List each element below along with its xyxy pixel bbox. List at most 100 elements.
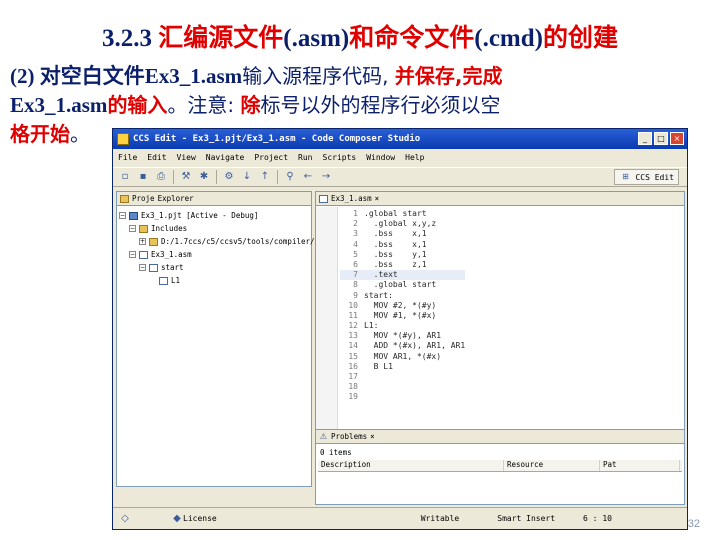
code-text: start:	[364, 290, 393, 300]
line-number: 8	[353, 280, 358, 290]
code-line[interactable]: 12 L1:	[340, 321, 465, 331]
line1-pre: (2) 对空白文件	[10, 64, 145, 88]
menu-project[interactable]: Project	[254, 153, 288, 162]
problems-table-header: Description Resource Pat	[318, 460, 682, 472]
new-icon[interactable]: ▫	[119, 171, 131, 183]
problems-icon: ⚠	[319, 432, 328, 441]
column-description[interactable]: Description	[318, 460, 504, 471]
code-line[interactable]: 15 MOV AR1, *(#x)	[340, 352, 465, 362]
prev-annotation-icon[interactable]: ↑	[259, 171, 271, 183]
editor-tab[interactable]: Ex3_1.asm ×	[316, 192, 684, 206]
collapse-icon[interactable]: −	[129, 225, 136, 232]
line-number: 15	[348, 351, 358, 361]
line-number: 12	[348, 321, 358, 331]
minimize-button[interactable]: _	[638, 132, 652, 145]
tree-item-project[interactable]: − Ex3_1.pjt [Active - Debug]	[119, 209, 324, 222]
save-icon[interactable]: ▪	[137, 171, 149, 183]
code-lines: 1 .global start 2 .global x,y,z 3 .bss x,1 4…	[340, 209, 466, 403]
code-text: .global x,y,z	[364, 219, 437, 229]
tree-item-start[interactable]: − start	[119, 261, 324, 274]
line2-mid: 。注意:	[167, 93, 241, 117]
build-icon[interactable]: ⚒	[180, 171, 192, 183]
code-text: L1:	[364, 321, 379, 331]
window-controls: _ □ ×	[638, 132, 684, 145]
collapse-icon[interactable]: −	[119, 212, 126, 219]
code-text: MOV #1, *(#x)	[364, 310, 437, 320]
line2-post: 标号以外的程序行必须以空	[260, 93, 501, 117]
code-line[interactable]: 17	[340, 372, 465, 382]
fast-view-icon[interactable]: ◇	[119, 513, 131, 525]
code-line[interactable]: 14 ADD *(#x), AR1, AR1	[340, 341, 465, 351]
status-license: License	[183, 514, 217, 523]
problems-tab[interactable]: ⚠ Problems ×	[316, 430, 684, 444]
explorer-tab[interactable]: Proje Explorer	[117, 192, 311, 206]
line-number: 16	[348, 361, 358, 371]
code-line[interactable]: 6 .bss z,1	[340, 260, 465, 270]
code-line[interactable]: 19	[340, 392, 465, 402]
tree-item-compiler-path[interactable]: + D:/1.7ccs/c5/ccsv5/tools/compiler/c5	[119, 235, 324, 248]
menu-view[interactable]: View	[177, 153, 196, 162]
page-number: 32	[687, 518, 700, 530]
code-line[interactable]: 5 .bss y,1	[340, 250, 465, 260]
explorer-folder-icon	[120, 194, 129, 203]
close-tab-icon[interactable]: ×	[370, 432, 375, 441]
maximize-button[interactable]: □	[654, 132, 668, 145]
menu-navigate[interactable]: Navigate	[206, 153, 245, 162]
collapse-icon[interactable]: −	[139, 264, 146, 271]
open-perspective-icon[interactable]: ⊞	[619, 171, 631, 183]
label-icon	[149, 263, 158, 272]
menu-file[interactable]: File	[118, 153, 137, 162]
close-button[interactable]: ×	[670, 132, 684, 145]
code-line[interactable]: 1 .global start	[340, 209, 465, 219]
code-line[interactable]: 11 MOV #1, *(#x)	[340, 311, 465, 321]
code-text: .bss x,1	[364, 239, 427, 249]
label-icon	[159, 276, 168, 285]
problems-count: 0 items	[320, 448, 352, 457]
code-line[interactable]: 2 .global x,y,z	[340, 219, 465, 229]
menu-run[interactable]: Run	[298, 153, 312, 162]
window-title: CCS Edit - Ex3_1.pjt/Ex3_1.asm - Code Co…	[133, 134, 421, 144]
window-titlebar[interactable]: CCS Edit - Ex3_1.pjt/Ex3_1.asm - Code Co…	[113, 129, 687, 149]
next-annotation-icon[interactable]: ↓	[241, 171, 253, 183]
code-line[interactable]: 7 .text	[340, 270, 466, 281]
line-number: 11	[348, 310, 358, 320]
code-line[interactable]: 18	[340, 382, 465, 392]
menu-help[interactable]: Help	[405, 153, 424, 162]
debug-icon[interactable]: ✱	[198, 171, 210, 183]
collapse-icon[interactable]: −	[129, 251, 136, 258]
app-icon	[117, 133, 129, 145]
external-tools-icon[interactable]: ⚙	[223, 171, 235, 183]
back-icon[interactable]: ←	[302, 171, 314, 183]
close-tab-icon[interactable]: ×	[375, 194, 380, 203]
title-number: 3.2.3	[102, 25, 159, 52]
code-line[interactable]: 8 .global start	[340, 280, 465, 290]
perspective-label: CCS Edit	[635, 172, 674, 182]
code-line[interactable]: 4 .bss x,1	[340, 240, 465, 250]
tree-item-l1[interactable]: L1	[119, 274, 324, 287]
main-toolbar: ▫ ▪ ⎙ ⚒ ✱ ⚙ ↓ ↑ ⚲ ← →	[113, 167, 687, 187]
tree-item-label: L1	[171, 276, 181, 285]
menu-edit[interactable]: Edit	[147, 153, 166, 162]
toolbar-separator	[277, 170, 278, 184]
perspective-switcher[interactable]: ⊞ CCS Edit	[614, 169, 679, 185]
code-line[interactable]: 3 .bss x,1	[340, 229, 465, 239]
print-icon[interactable]: ⎙	[155, 171, 167, 183]
code-line[interactable]: 10 MOV #2, *(#y)	[340, 301, 465, 311]
forward-icon[interactable]: →	[320, 171, 332, 183]
line-number: 9	[353, 290, 358, 300]
tree-item-asm-file[interactable]: − Ex3_1.asm	[119, 248, 324, 261]
code-line[interactable]: 9 start:	[340, 291, 465, 301]
menu-scripts[interactable]: Scripts	[323, 153, 357, 162]
column-path[interactable]: Pat	[600, 460, 680, 471]
explorer-tab-label: Proje	[132, 194, 155, 203]
menu-window[interactable]: Window	[366, 153, 395, 162]
search-icon[interactable]: ⚲	[284, 171, 296, 183]
column-resource[interactable]: Resource	[504, 460, 600, 471]
code-line[interactable]: 16 B L1	[340, 362, 465, 372]
tree-item-includes[interactable]: − Includes	[119, 222, 324, 235]
expand-icon[interactable]: +	[139, 238, 146, 245]
line-number: 7	[353, 270, 358, 280]
line-number: 17	[348, 372, 358, 381]
code-line[interactable]: 13 MOV *(#y), AR1	[340, 331, 465, 341]
title-mid-2: (.cmd)	[474, 25, 543, 52]
